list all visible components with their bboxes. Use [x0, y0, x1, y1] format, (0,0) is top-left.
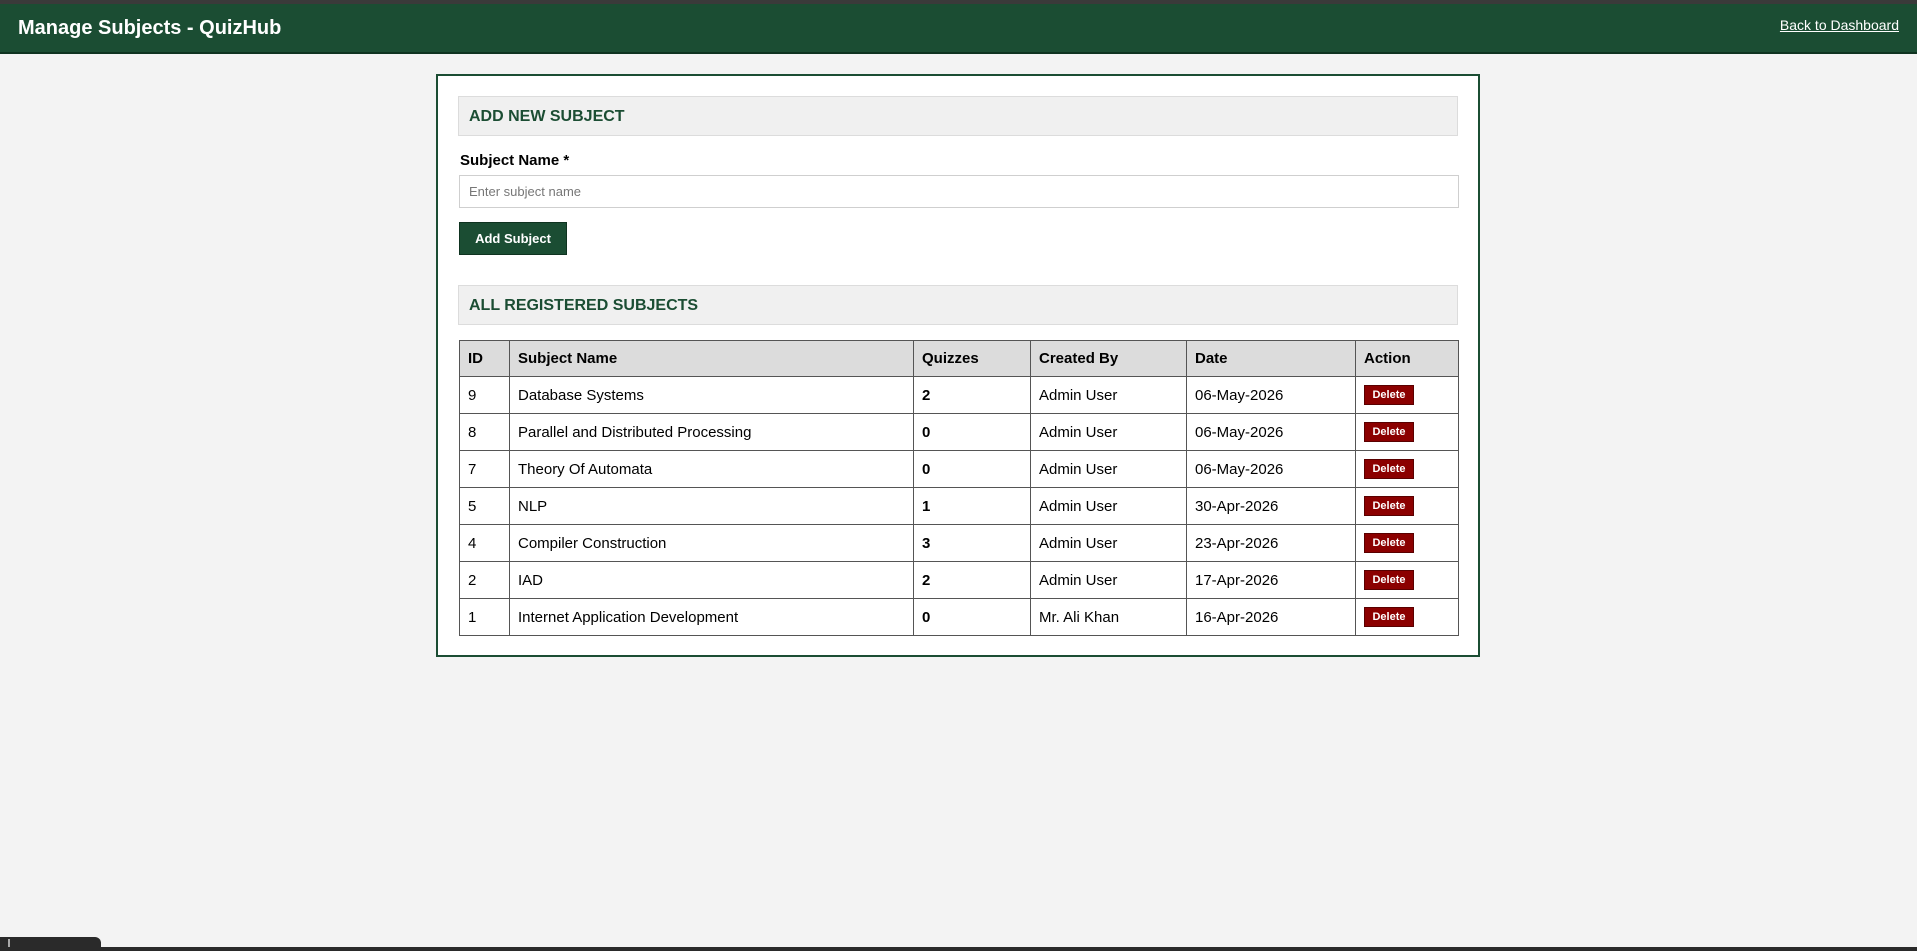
delete-button[interactable]: Delete — [1364, 607, 1414, 627]
cell-quizzes: 1 — [913, 487, 1031, 525]
table-row: 9 Database Systems 2 Admin User 06-May-2… — [459, 376, 1459, 414]
cell-quizzes: 0 — [913, 598, 1031, 636]
column-header-quizzes: Quizzes — [913, 340, 1031, 377]
delete-button[interactable]: Delete — [1364, 496, 1414, 516]
delete-button[interactable]: Delete — [1364, 533, 1414, 553]
registered-subjects-heading: ALL REGISTERED SUBJECTS — [458, 285, 1458, 325]
add-subject-button[interactable]: Add Subject — [459, 222, 567, 255]
delete-button[interactable]: Delete — [1364, 570, 1414, 590]
cell-id: 1 — [459, 598, 510, 636]
cell-quizzes: 2 — [913, 561, 1031, 599]
table-header-row: ID Subject Name Quizzes Created By Date … — [459, 340, 1459, 377]
add-subject-heading: ADD NEW SUBJECT — [458, 96, 1458, 136]
cell-id: 4 — [459, 524, 510, 562]
column-header-date: Date — [1186, 340, 1356, 377]
subject-name-input[interactable] — [459, 175, 1459, 208]
delete-button[interactable]: Delete — [1364, 385, 1414, 405]
cell-action: Delete — [1355, 524, 1459, 562]
cell-action: Delete — [1355, 376, 1459, 414]
cell-date: 06-May-2026 — [1186, 450, 1356, 488]
cell-action: Delete — [1355, 487, 1459, 525]
table-row: 1 Internet Application Development 0 Mr.… — [459, 598, 1459, 636]
delete-button[interactable]: Delete — [1364, 459, 1414, 479]
cell-date: 06-May-2026 — [1186, 413, 1356, 451]
cell-action: Delete — [1355, 413, 1459, 451]
delete-button[interactable]: Delete — [1364, 422, 1414, 442]
table-row: 5 NLP 1 Admin User 30-Apr-2026 Delete — [459, 487, 1459, 525]
cell-created-by: Admin User — [1030, 450, 1187, 488]
cell-date: 06-May-2026 — [1186, 376, 1356, 414]
column-header-subject-name: Subject Name — [509, 340, 914, 377]
cell-date: 16-Apr-2026 — [1186, 598, 1356, 636]
cell-subject-name: IAD — [509, 561, 914, 599]
cell-created-by: Mr. Ali Khan — [1030, 598, 1187, 636]
cell-created-by: Admin User — [1030, 524, 1187, 562]
cell-date: 30-Apr-2026 — [1186, 487, 1356, 525]
cell-subject-name: NLP — [509, 487, 914, 525]
table-row: 2 IAD 2 Admin User 17-Apr-2026 Delete — [459, 561, 1459, 599]
column-header-created-by: Created By — [1030, 340, 1187, 377]
back-to-dashboard-link[interactable]: Back to Dashboard — [1780, 17, 1899, 33]
cell-subject-name: Parallel and Distributed Processing — [509, 413, 914, 451]
cell-date: 17-Apr-2026 — [1186, 561, 1356, 599]
cell-id: 8 — [459, 413, 510, 451]
cell-created-by: Admin User — [1030, 561, 1187, 599]
cell-action: Delete — [1355, 450, 1459, 488]
cell-quizzes: 3 — [913, 524, 1031, 562]
cell-action: Delete — [1355, 561, 1459, 599]
cell-created-by: Admin User — [1030, 376, 1187, 414]
cell-subject-name: Theory Of Automata — [509, 450, 914, 488]
cell-id: 9 — [459, 376, 510, 414]
subject-name-label: Subject Name * — [460, 152, 570, 169]
cell-quizzes: 2 — [913, 376, 1031, 414]
table-row: 4 Compiler Construction 3 Admin User 23-… — [459, 524, 1459, 562]
column-header-action: Action — [1355, 340, 1459, 377]
cell-subject-name: Internet Application Development — [509, 598, 914, 636]
cell-created-by: Admin User — [1030, 413, 1187, 451]
cell-action: Delete — [1355, 598, 1459, 636]
subjects-card: ADD NEW SUBJECT Subject Name * Add Subje… — [436, 74, 1480, 657]
top-header-bar: Manage Subjects - QuizHub Back to Dashbo… — [0, 4, 1917, 54]
table-row: 8 Parallel and Distributed Processing 0 … — [459, 413, 1459, 451]
subjects-table: ID Subject Name Quizzes Created By Date … — [459, 340, 1459, 636]
cell-date: 23-Apr-2026 — [1186, 524, 1356, 562]
cell-quizzes: 0 — [913, 450, 1031, 488]
cell-subject-name: Database Systems — [509, 376, 914, 414]
column-header-id: ID — [459, 340, 510, 377]
cell-id: 7 — [459, 450, 510, 488]
cell-subject-name: Compiler Construction — [509, 524, 914, 562]
cell-id: 5 — [459, 487, 510, 525]
cell-quizzes: 0 — [913, 413, 1031, 451]
cell-id: 2 — [459, 561, 510, 599]
page-title: Manage Subjects - QuizHub — [18, 17, 282, 39]
window-bottom-edge — [0, 947, 1917, 951]
table-row: 7 Theory Of Automata 0 Admin User 06-May… — [459, 450, 1459, 488]
cell-created-by: Admin User — [1030, 487, 1187, 525]
